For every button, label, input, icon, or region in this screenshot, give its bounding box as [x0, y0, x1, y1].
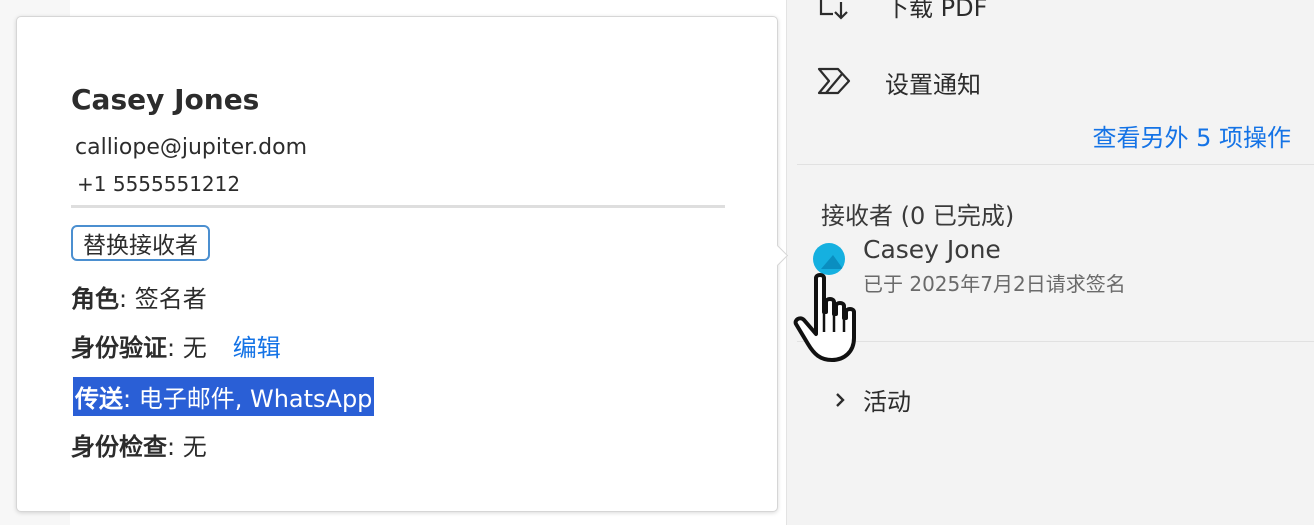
- activity-toggle[interactable]: 活动: [831, 382, 911, 417]
- recipient-email: calliope@jupiter.dom: [75, 135, 308, 160]
- set-notification-action[interactable]: 设置通知: [815, 62, 981, 100]
- chevron-right-icon: [836, 392, 845, 407]
- delivery-field: 传送: 电子邮件, WhatsApp: [73, 377, 375, 416]
- delivery-value: : 电子邮件, WhatsApp: [123, 385, 373, 413]
- replace-recipient-button[interactable]: 替换接收者: [71, 225, 210, 261]
- notification-arrow-icon: [815, 62, 853, 100]
- download-pdf-action[interactable]: 下载 PDF: [815, 0, 987, 24]
- auth-value: : 无: [167, 334, 207, 362]
- activity-label: 活动: [863, 388, 911, 416]
- recipient-name[interactable]: Casey Jone: [863, 235, 1001, 264]
- recipient-status: 已于 2025年7月2日请求签名: [863, 272, 1126, 296]
- download-icon: [815, 0, 853, 24]
- id-check-field: 身份检查: 无: [71, 427, 207, 462]
- divider: [797, 341, 1314, 342]
- recipient-full-name: Casey Jones: [71, 83, 260, 116]
- role-label: 角色: [71, 285, 119, 313]
- id-check-value: : 无: [167, 433, 207, 461]
- right-sidebar: 下载 PDF 设置通知 查看另外 5 项操作 接收者 (0 已完成) Casey…: [786, 0, 1314, 525]
- set-notification-label: 设置通知: [885, 71, 981, 99]
- divider: [797, 164, 1314, 165]
- download-pdf-label: 下载 PDF: [885, 0, 988, 22]
- more-actions-link[interactable]: 查看另外 5 项操作: [1092, 118, 1291, 153]
- recipients-header: 接收者 (0 已完成): [821, 202, 1015, 230]
- recipient-avatar[interactable]: [813, 243, 845, 275]
- auth-label: 身份验证: [71, 334, 167, 362]
- separator: [71, 205, 725, 208]
- edit-auth-link[interactable]: 编辑: [233, 334, 281, 362]
- id-check-label: 身份检查: [71, 433, 167, 461]
- recipient-phone: +1 5555551212: [77, 172, 241, 196]
- role-field: 角色: 签名者: [71, 279, 207, 314]
- recipient-details-popover: Casey Jones calliope@jupiter.dom +1 5555…: [16, 16, 778, 512]
- authentication-field: 身份验证: 无编辑: [71, 328, 281, 363]
- role-value: : 签名者: [119, 285, 207, 313]
- delivery-label: 传送: [75, 385, 123, 413]
- hand-pointer-cursor-icon: [793, 273, 856, 362]
